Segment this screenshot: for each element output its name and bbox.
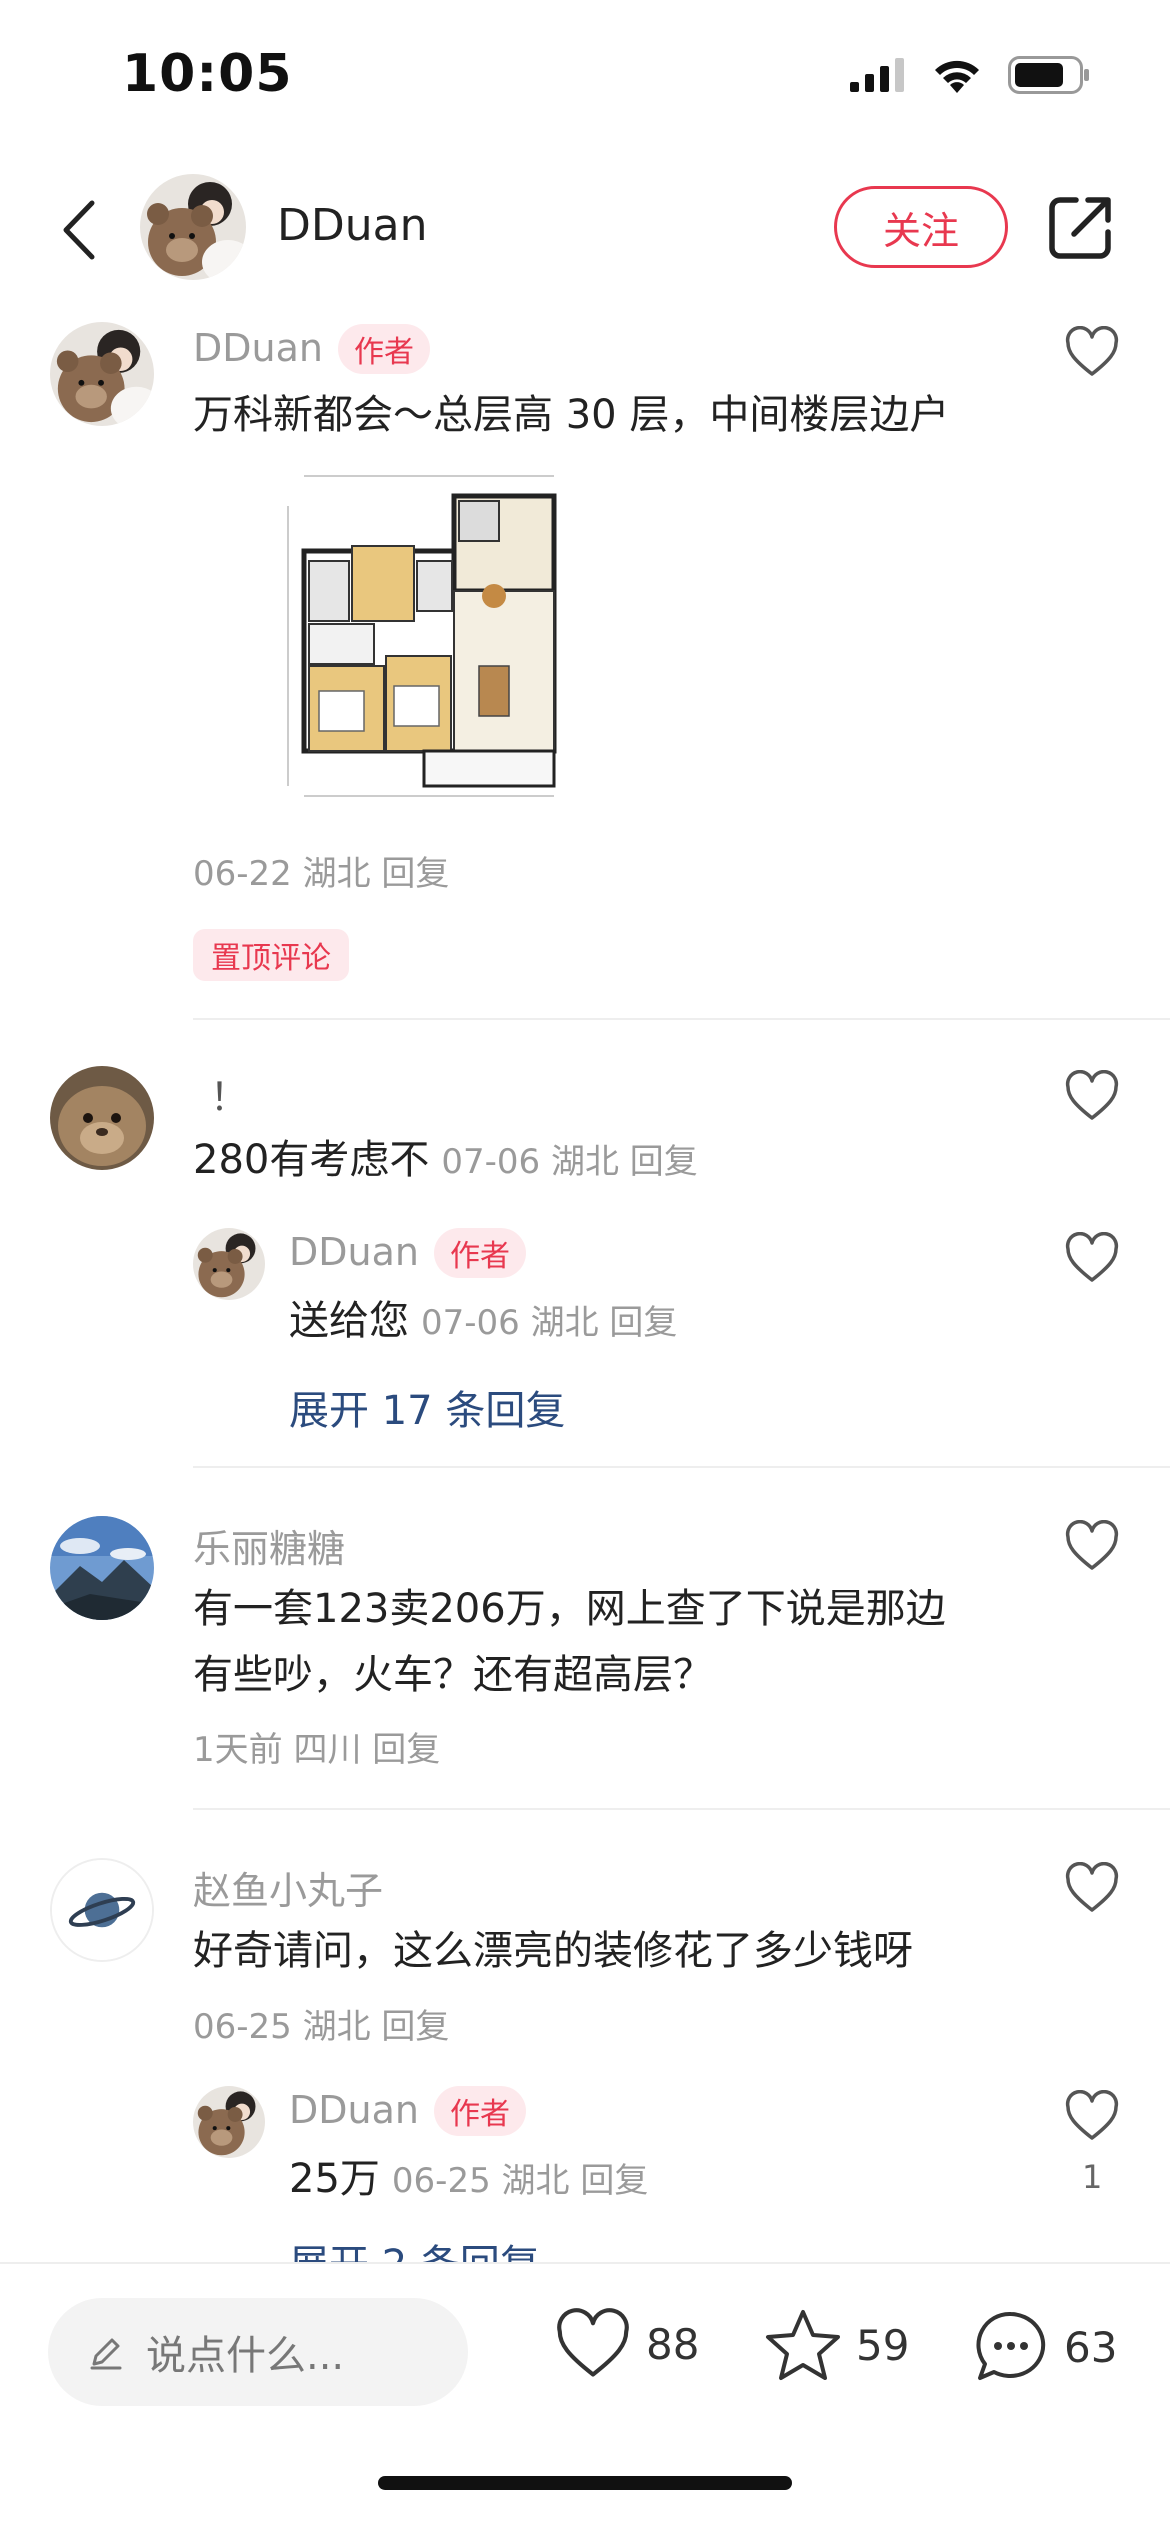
favorite-count: 59	[856, 2320, 910, 2370]
comment-text-body: 280有考虑不	[193, 1137, 430, 1183]
comment-text-line-1: 有一套123卖206万，网上查了下说是那边	[193, 1586, 946, 1632]
reply-meta[interactable]: 06-25 湖北 回复	[392, 2161, 648, 2201]
favorite-button[interactable]: 59	[764, 2308, 909, 2382]
comment-meta[interactable]: 06-25 湖北 回复	[193, 1999, 449, 2048]
comment-meta[interactable]: 06-22 湖北 回复	[193, 846, 449, 895]
heart-icon[interactable]	[1064, 326, 1120, 378]
reply-text: 送给您 07-06 湖北 回复	[289, 1288, 677, 1356]
wifi-icon	[935, 60, 979, 93]
comment-count: 63	[1064, 2322, 1118, 2372]
status-bar: 10:05	[0, 0, 1170, 150]
status-time: 10:05	[122, 44, 293, 104]
pencil-icon	[90, 2338, 122, 2370]
comment-text-line-2: 有些吵，火车？还有超高层？	[193, 1652, 713, 1698]
battery-icon	[1008, 56, 1089, 94]
bottom-bar: 说点什么... 88 59 63	[0, 2262, 1170, 2532]
mountain-avatar-image	[50, 1516, 154, 1620]
heart-icon[interactable]	[1064, 1862, 1120, 1914]
reply-avatar[interactable]	[193, 2086, 265, 2158]
divider	[193, 1466, 1170, 1468]
author-avatar[interactable]	[140, 174, 246, 280]
home-indicator[interactable]	[378, 2476, 792, 2490]
comment-button[interactable]: 63	[972, 2308, 1117, 2386]
floorplan-image[interactable]	[274, 466, 654, 816]
comment-meta[interactable]: 1天前 四川 回复	[193, 1722, 440, 1771]
reply-avatar[interactable]	[193, 1228, 265, 1300]
animal-avatar-image	[50, 1066, 154, 1170]
bear-avatar-image	[193, 1228, 265, 1300]
avatar[interactable]	[50, 1066, 154, 1170]
avatar[interactable]	[50, 322, 154, 426]
like-count: 88	[646, 2319, 700, 2369]
like-button[interactable]: 88	[554, 2308, 699, 2380]
heart-icon[interactable]	[1064, 1520, 1120, 1572]
reply-like-count: 1	[1082, 2158, 1103, 2196]
commenter-name[interactable]: DDuan	[193, 326, 323, 370]
heart-icon[interactable]	[1064, 1232, 1120, 1284]
heart-icon	[557, 2308, 629, 2377]
comment-input-placeholder: 说点什么...	[146, 2333, 345, 2379]
chevron-left-icon	[63, 200, 95, 260]
reply-name[interactable]: DDuan	[289, 1230, 419, 1274]
reply-text-body: 送给您	[289, 1298, 409, 1344]
back-button[interactable]	[48, 190, 108, 270]
bear-avatar-image	[50, 322, 154, 426]
reply-name[interactable]: DDuan	[289, 2088, 419, 2132]
chat-bubble-icon	[976, 2311, 1046, 2380]
commenter-name[interactable]: ！	[210, 1066, 248, 1121]
avatar[interactable]	[50, 1858, 154, 1962]
comment-text: 万科新都会～总层高 30 层，中间楼层边户	[193, 392, 950, 438]
bear-avatar-image	[140, 174, 246, 280]
reply-text: 25万 06-25 湖北 回复	[289, 2146, 648, 2214]
follow-button[interactable]: 关注	[834, 186, 1008, 268]
header: DDuan 关注	[0, 160, 1170, 300]
reply-meta[interactable]: 07-06 湖北 回复	[421, 1303, 677, 1343]
author-badge: 作者	[434, 2086, 526, 2136]
star-icon	[766, 2310, 840, 2380]
reply-text-body: 25万	[289, 2156, 380, 2202]
pinned-tag: 置顶评论	[193, 929, 349, 981]
author-name[interactable]: DDuan	[277, 200, 428, 251]
divider	[193, 1018, 1170, 1020]
comment-text: 好奇请问，这么漂亮的装修花了多少钱呀	[193, 1928, 913, 1974]
comment-meta[interactable]: 07-06 湖北 回复	[441, 1142, 697, 1182]
signal-icon	[850, 58, 904, 92]
share-icon	[1049, 197, 1111, 259]
avatar[interactable]	[50, 1516, 154, 1620]
comment-text: 280有考虑不 07-06 湖北 回复	[193, 1127, 698, 1195]
author-badge: 作者	[434, 1228, 526, 1278]
share-button[interactable]	[1046, 192, 1116, 262]
planet-avatar-image	[52, 1860, 152, 1960]
status-icons	[850, 56, 1090, 94]
divider	[193, 1808, 1170, 1810]
comment-input[interactable]: 说点什么...	[48, 2298, 468, 2406]
bear-avatar-image	[193, 2086, 265, 2158]
commenter-name[interactable]: 乐丽糖糖	[193, 1518, 345, 1573]
expand-replies-link[interactable]: 展开 17 条回复	[289, 1378, 565, 1436]
heart-icon[interactable]	[1064, 2090, 1120, 2142]
commenter-name[interactable]: 赵鱼小丸子	[193, 1860, 383, 1915]
heart-icon[interactable]	[1064, 1070, 1120, 1122]
author-badge: 作者	[338, 324, 430, 374]
